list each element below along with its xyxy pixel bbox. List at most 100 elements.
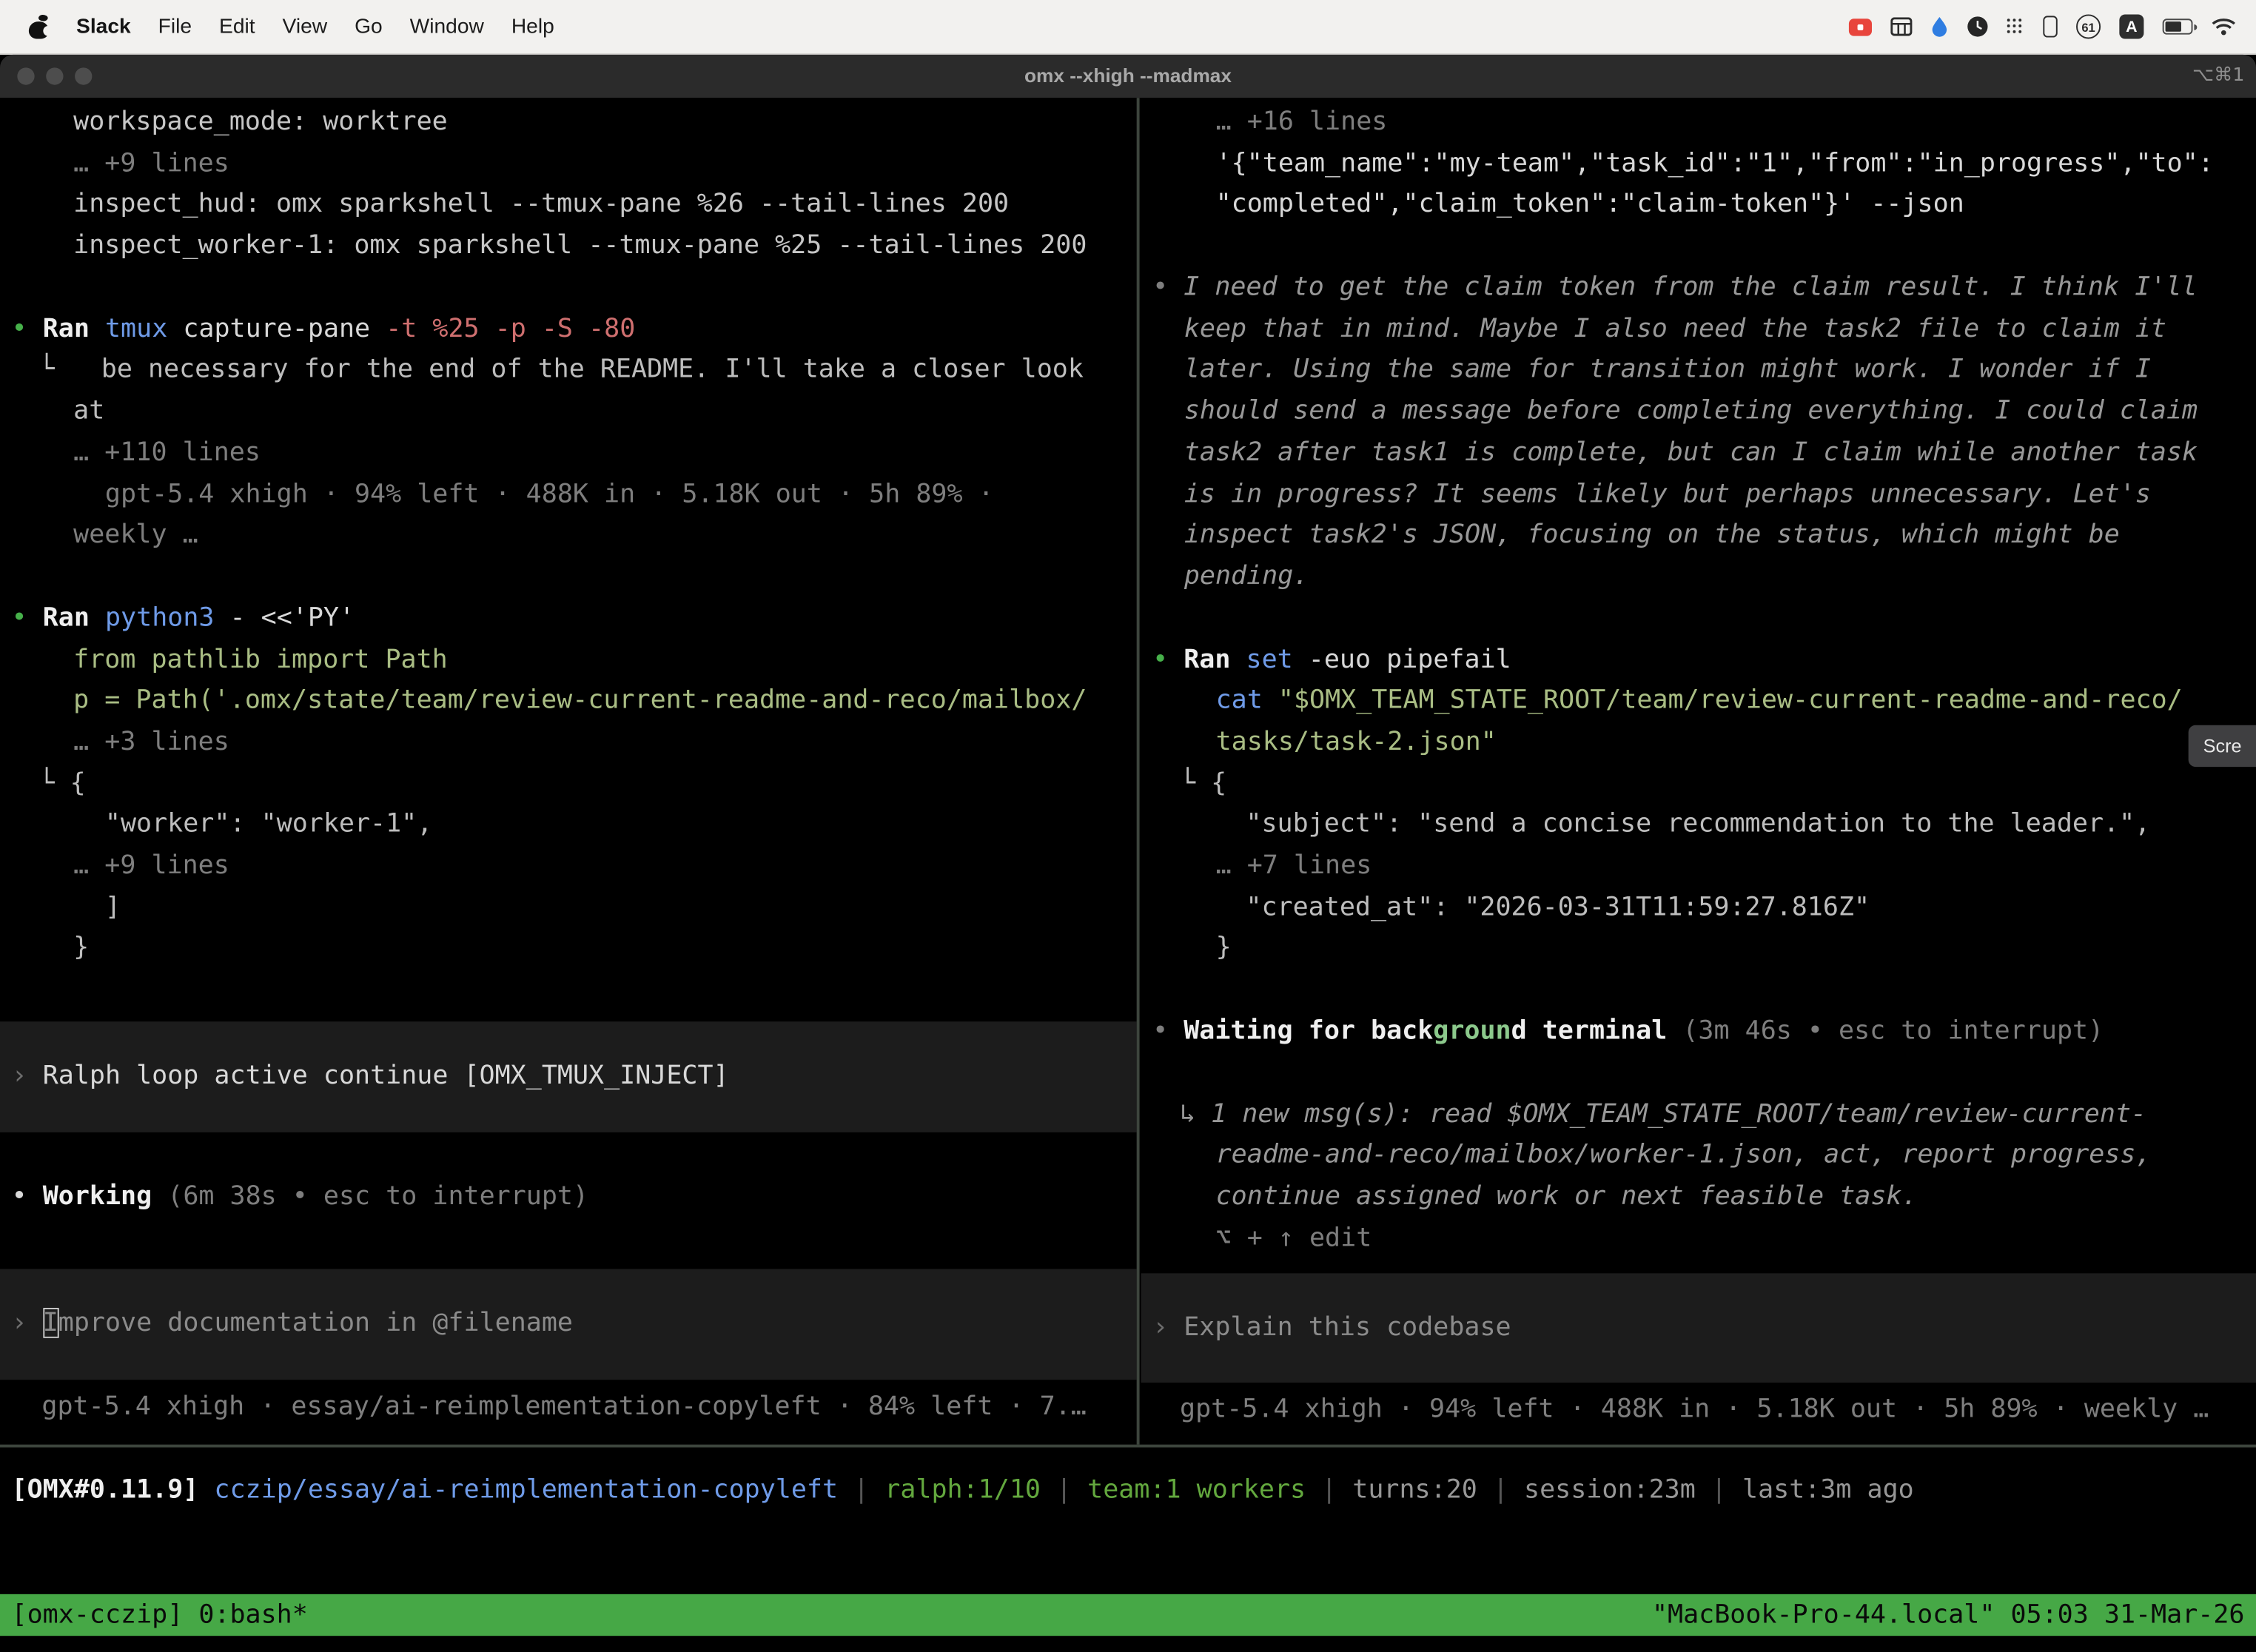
output-line: inspect_hud: omx sparkshell --tmux-pane … xyxy=(0,185,1137,226)
clock-glyph xyxy=(1967,16,1988,37)
command-result-line: gpt-5.4 xhigh · 94% left · 488K in · 5.1… xyxy=(0,474,1137,516)
tmux-pane-right[interactable]: … +16 lines '{"team_name":"my-team","task… xyxy=(1141,98,2256,1444)
menu-bar-status-items: 61 A xyxy=(1849,13,2256,39)
text-segment: … +110 lines xyxy=(73,437,261,468)
text-segment: python3 xyxy=(105,602,230,633)
text-segment: └ be necessary for the end of the README… xyxy=(38,355,1083,385)
text-segment: last:3m ago xyxy=(1742,1474,1914,1505)
command-result-line: "created_at": "2026-03-31T11:59:27.816Z" xyxy=(1141,887,2256,929)
active-app-name[interactable]: Slack xyxy=(76,15,131,38)
model-status-footer: gpt-5.4 xhigh · essay/ai-reimplementatio… xyxy=(0,1387,1137,1428)
text-segment: ⌥ + ↑ edit xyxy=(1216,1223,1372,1253)
text-segment: └ { xyxy=(38,768,85,798)
prompt-input[interactable]: › Improve documentation in @filename xyxy=(0,1269,1137,1380)
menu-window[interactable]: Window xyxy=(410,15,484,38)
thinking-line: keep that in mind. Maybe I also need the… xyxy=(1141,309,2256,350)
battery-glyph xyxy=(2163,19,2193,34)
battery-gauge-icon[interactable]: 61 xyxy=(2076,13,2101,39)
input-source-letter: A xyxy=(2119,14,2143,38)
record-indicator xyxy=(1849,18,1872,35)
text-segment: Ralph loop active continue [OMX_TMUX_INJ… xyxy=(43,1061,729,1091)
menu-view[interactable]: View xyxy=(283,15,328,38)
window-title-bar[interactable]: omx --xhigh --madmax ⌥⌘1 xyxy=(0,55,2256,98)
ran-command-line: • Ran python3 - <<'PY' xyxy=(0,598,1137,639)
text-segment: Ran xyxy=(1184,644,1246,674)
text-segment: from pathlib import Path xyxy=(73,644,448,674)
text-segment: Explain this codebase xyxy=(1184,1312,1511,1342)
battery-icon[interactable] xyxy=(2163,13,2193,39)
text-segment: Waiting for back xyxy=(1184,1016,1433,1047)
code-line: cat "$OMX_TEAM_STATE_ROOT/team/review-cu… xyxy=(1141,681,2256,722)
text-segment: … +9 lines xyxy=(73,850,229,881)
command-result-line: at xyxy=(0,392,1137,433)
ralph-loop-banner[interactable]: › Ralph loop active continue [OMX_TMUX_I… xyxy=(0,1021,1137,1132)
screen-recording-icon[interactable] xyxy=(1849,13,1872,39)
output-line: '{"team_name":"my-team","task_id":"1","f… xyxy=(1141,144,2256,185)
screen-notification[interactable]: Scre xyxy=(2189,725,2256,767)
text-segment: '{"team_name":"my-team","task_id":"1","f… xyxy=(1216,148,2214,178)
menu-edit[interactable]: Edit xyxy=(219,15,255,38)
text-segment: … +7 lines xyxy=(1216,850,1372,881)
command-result-line: } xyxy=(0,929,1137,970)
ran-command-line: • Ran set -euo pipefail xyxy=(1141,639,2256,681)
mailbox-notice: readme-and-reco/mailbox/worker-1.json, a… xyxy=(1141,1136,2256,1178)
text-segment: at xyxy=(73,396,104,426)
text-segment: • xyxy=(1152,272,1184,303)
text-segment: readme-and-reco/mailbox/worker-1.json, a… xyxy=(1216,1140,2152,1170)
command-result-line: "worker": "worker-1", xyxy=(0,805,1137,846)
text-segment: } xyxy=(1216,933,1232,963)
text-segment: gpt-5.4 xhigh · essay/ai-reimplementatio… xyxy=(41,1391,1086,1422)
text-segment: gpt-5.4 xhigh · 94% left · 488K in · 5.1… xyxy=(1180,1394,2209,1425)
wifi-glyph xyxy=(2212,17,2236,36)
input-source-icon[interactable]: A xyxy=(2119,13,2143,39)
text-segment: later. Using the same for transition mig… xyxy=(1184,355,2151,385)
command-result-line: └ { xyxy=(0,763,1137,805)
text-segment: • xyxy=(12,313,43,343)
text-segment: task2 after task1 is complete, but can I… xyxy=(1184,437,2198,468)
tmux-pane-left[interactable]: workspace_mode: worktree … +9 lines inspec… xyxy=(0,98,1137,1444)
command-result-line: └ be necessary for the end of the README… xyxy=(0,350,1137,392)
menu-go[interactable]: Go xyxy=(355,15,383,38)
menu-file[interactable]: File xyxy=(158,15,192,38)
text-segment: capture-pane xyxy=(183,313,386,343)
text-segment: should send a message before completing … xyxy=(1184,396,2198,426)
tmux-session-window: [omx-cczip] 0:bash* xyxy=(12,1600,308,1631)
droplet-icon[interactable] xyxy=(1931,13,1948,39)
collapsed-lines-indicator: … +16 lines xyxy=(1141,102,2256,144)
thinking-line: • I need to get the claim token from the… xyxy=(1141,268,2256,309)
dots-grid-icon[interactable] xyxy=(2007,13,2024,39)
command-result-line: ] xyxy=(0,887,1137,929)
text-segment: weekly … xyxy=(73,520,198,550)
text-segment: "subject": "send a concise recommendatio… xyxy=(1246,809,2150,839)
text-segment: › xyxy=(12,1309,43,1339)
text-segment: "worker": "worker-1", xyxy=(105,809,432,839)
text-segment: | xyxy=(1477,1474,1524,1505)
text-segment: p = Path('.omx/state/team/review-current… xyxy=(73,685,1087,716)
text-segment: mprove documentation in @filename xyxy=(58,1309,573,1339)
text-segment: • xyxy=(1152,644,1184,674)
text-segment: | xyxy=(1306,1474,1352,1505)
text-segment: team:1 workers xyxy=(1087,1474,1306,1505)
omx-status-line: [OMX#0.11.9] cczip/essay/ai-reimplementa… xyxy=(0,1471,2256,1512)
text-segment: › xyxy=(12,1061,43,1091)
output-line: workspace_mode: worktree xyxy=(0,102,1137,144)
text-segment: Ran xyxy=(43,313,105,343)
pane-divider-vertical[interactable] xyxy=(1137,98,1140,1444)
text-segment: inspect task2's JSON, focusing on the st… xyxy=(1184,520,2120,550)
battery-fill xyxy=(2166,21,2182,32)
prompt-input[interactable]: › Explain this codebase xyxy=(1141,1272,2256,1383)
apple-menu-icon[interactable] xyxy=(29,14,49,38)
command-result-line: "subject": "send a concise recommendatio… xyxy=(1141,805,2256,846)
phone-icon[interactable] xyxy=(2043,13,2057,39)
text-segment: ↳ xyxy=(1180,1099,1211,1129)
text-segment: • xyxy=(1152,1016,1184,1047)
droplet-glyph xyxy=(1931,16,1948,37)
text-segment: cat xyxy=(1216,685,1278,716)
text-segment: tmux xyxy=(105,313,183,343)
clock-icon[interactable] xyxy=(1967,13,1988,39)
table-grid-icon[interactable] xyxy=(1890,13,1912,39)
menu-help[interactable]: Help xyxy=(511,15,554,38)
wifi-icon[interactable] xyxy=(2212,13,2236,39)
phone-glyph xyxy=(2043,16,2057,37)
text-segment: inspect_worker-1: omx sparkshell --tmux-… xyxy=(73,230,1087,261)
